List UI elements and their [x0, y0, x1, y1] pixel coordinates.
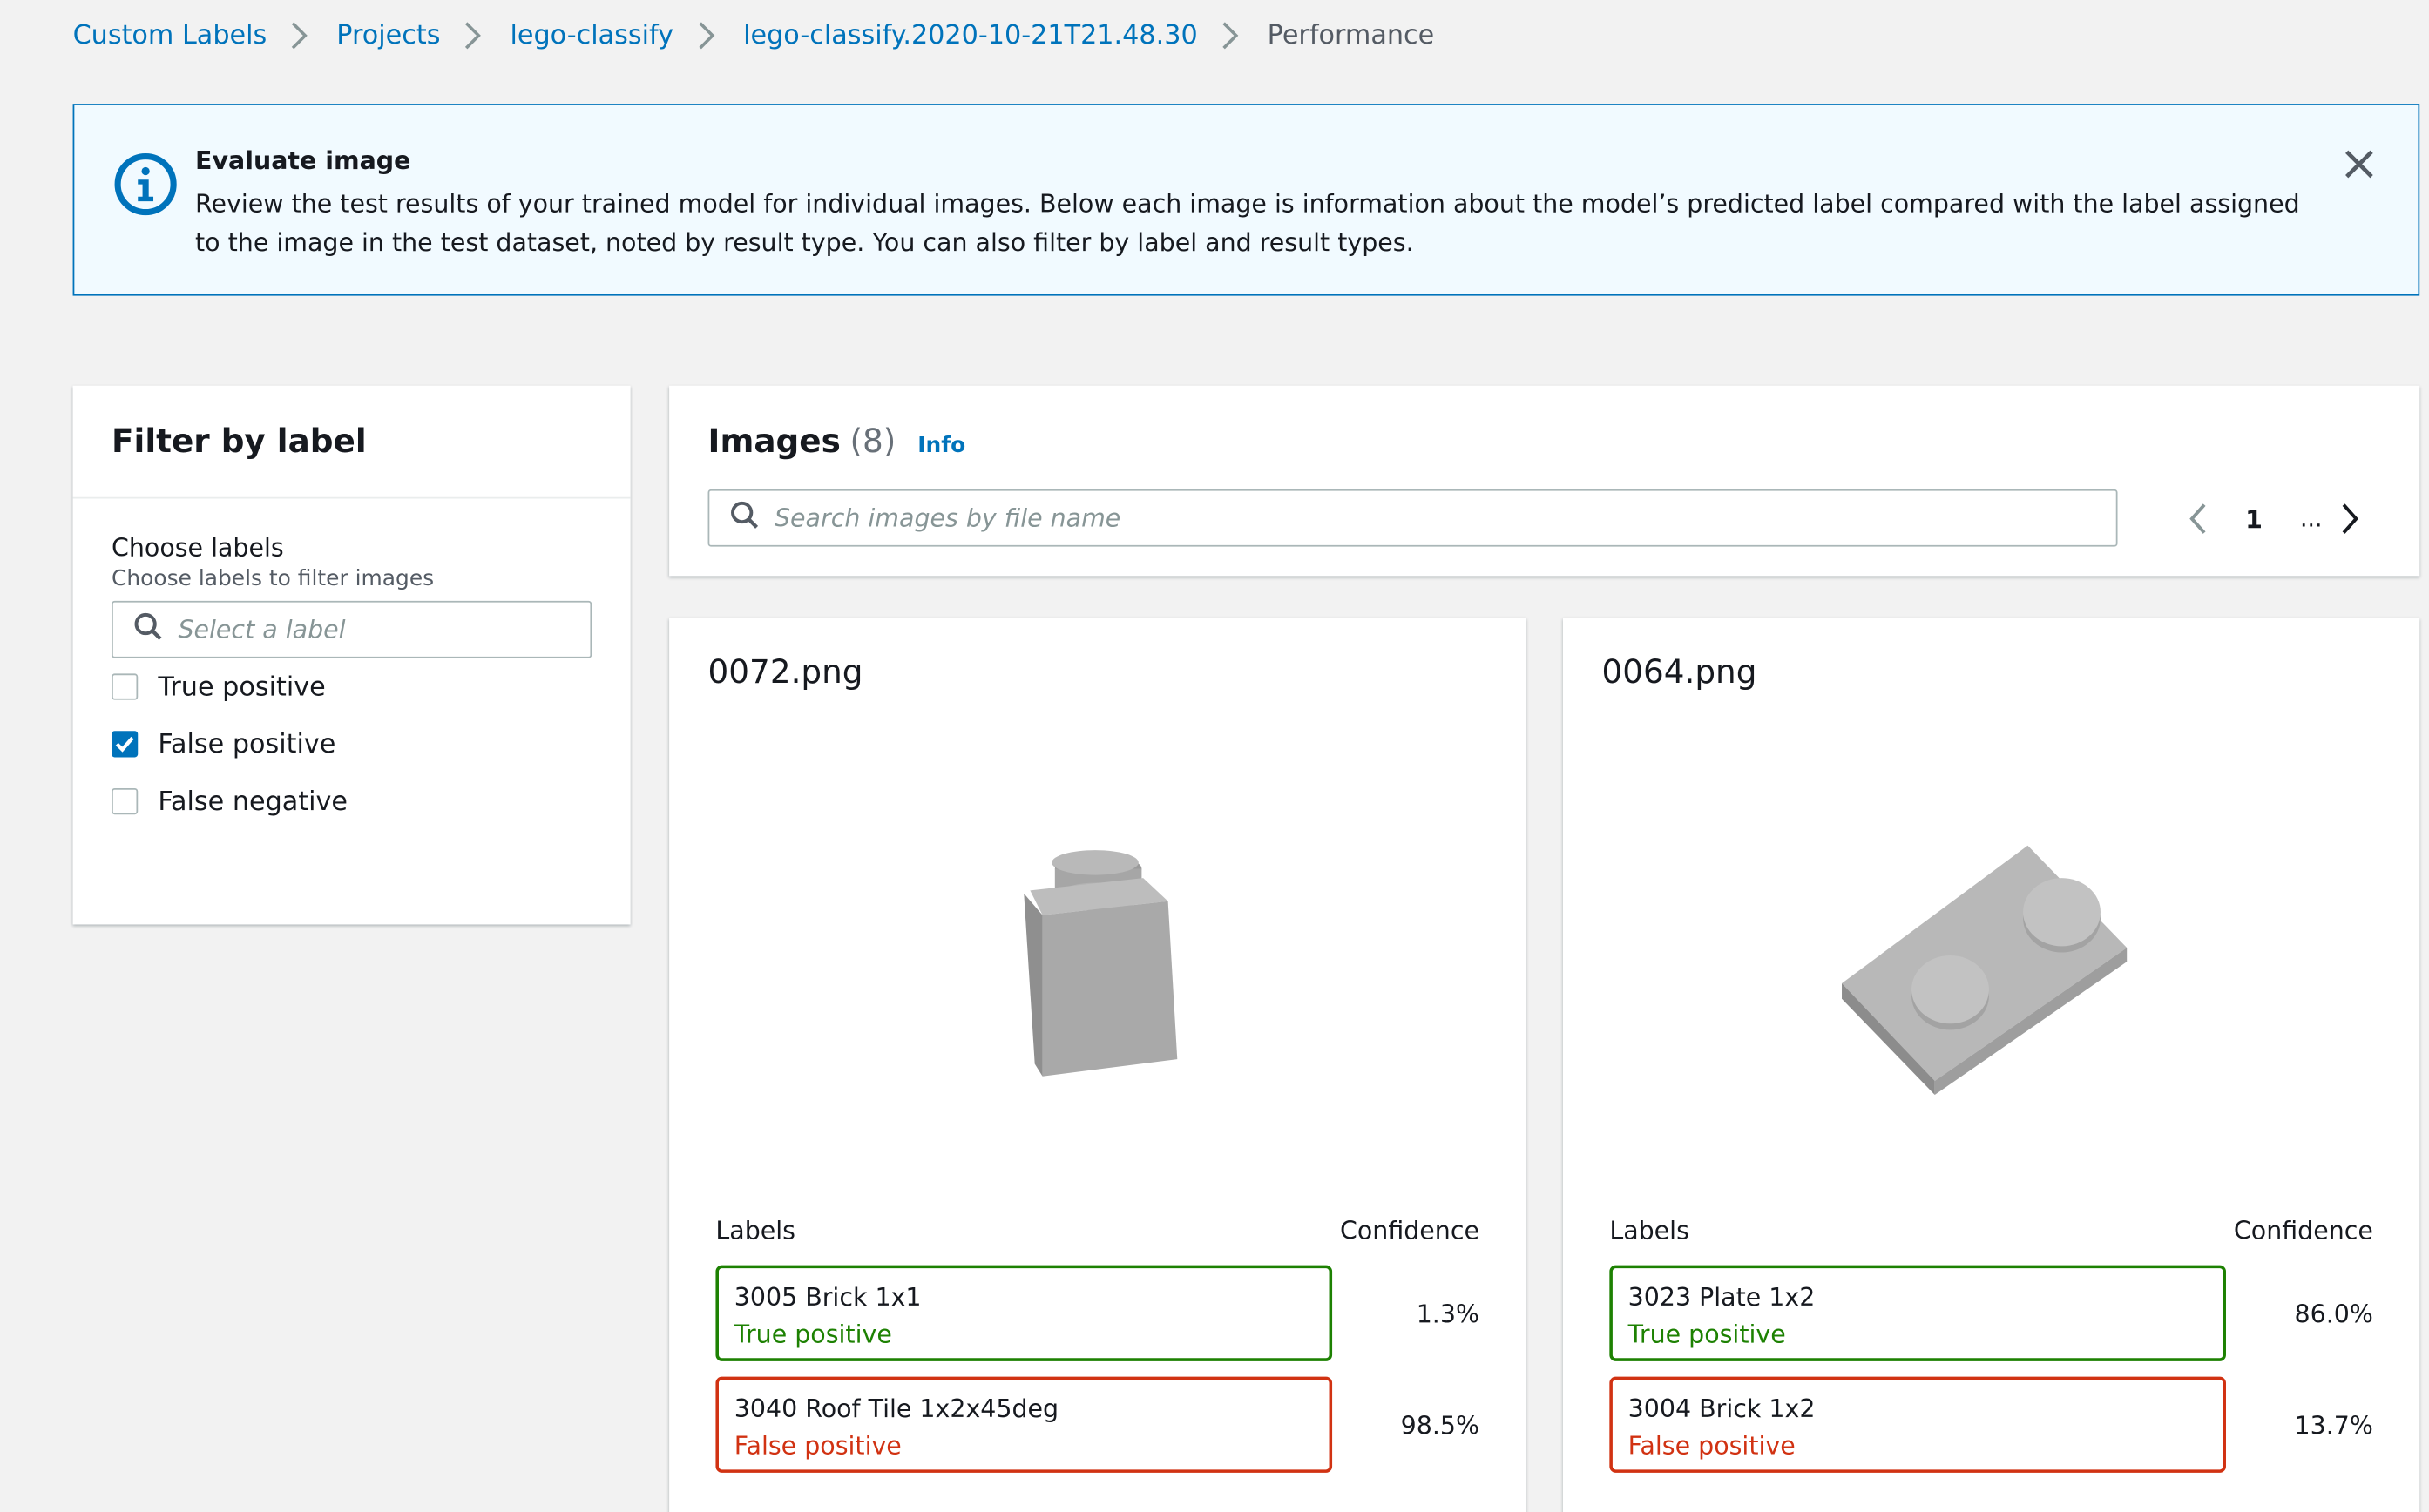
images-count: (8)	[849, 422, 896, 461]
result-false-positive: 3004 Brick 1x2 False positive	[1609, 1376, 2226, 1473]
breadcrumb-current: Performance	[1267, 20, 1435, 51]
filter-option-false-positive[interactable]: False positive	[112, 715, 631, 773]
filter-heading: Filter by label	[72, 386, 631, 499]
result-label-name: 3004 Brick 1x2	[1627, 1394, 1816, 1423]
chevron-right-icon	[267, 18, 336, 52]
result-confidence: 86.0%	[2294, 1299, 2373, 1329]
image-card: 0064.png Labels Confidence 3023 Plate 1x…	[1563, 618, 2420, 1512]
checkmark-icon	[115, 736, 134, 753]
result-confidence: 98.5%	[1400, 1410, 1479, 1441]
result-confidence: 1.3%	[1416, 1299, 1479, 1329]
labels-header: Labels	[715, 1215, 796, 1245]
choose-labels-description: Choose labels to filter images	[112, 566, 435, 592]
lego-brick-image	[1024, 850, 1178, 1077]
choose-labels-title: Choose labels	[112, 532, 284, 563]
result-type: False positive	[1627, 1430, 1796, 1461]
label-select-input[interactable]: Select a label	[112, 600, 592, 658]
images-title: Images	[707, 422, 841, 461]
page-number-current[interactable]: 1	[2216, 504, 2290, 534]
search-icon	[729, 500, 759, 536]
lego-plate-image	[1842, 845, 2128, 1096]
chevron-right-icon	[440, 18, 510, 52]
checkbox-label: False positive	[158, 728, 336, 760]
result-label-name: 3023 Plate 1x2	[1627, 1282, 1816, 1312]
chevron-right-icon	[673, 18, 743, 52]
search-placeholder: Search images by file name	[775, 503, 1121, 533]
chevron-left-icon[interactable]	[2180, 500, 2217, 537]
pagination: 1 ...	[2180, 500, 2369, 537]
result-type: True positive	[734, 1319, 892, 1349]
breadcrumb-projects[interactable]: Projects	[336, 20, 440, 51]
chevron-right-icon[interactable]	[2331, 500, 2369, 537]
breadcrumb-project[interactable]: lego-classify	[510, 20, 673, 51]
result-label-name: 3040 Roof Tile 1x2x45deg	[734, 1394, 1059, 1423]
breadcrumb-model[interactable]: lego-classify.2020-10-21T21.48.30	[743, 20, 1198, 51]
flash-title: Evaluate image	[195, 145, 411, 175]
checkbox-label: False negative	[158, 786, 348, 817]
filter-option-false-negative[interactable]: False negative	[112, 773, 631, 830]
result-type: True positive	[1627, 1319, 1786, 1349]
result-type: False positive	[734, 1430, 902, 1461]
checkbox[interactable]	[112, 673, 139, 700]
checkbox-checked[interactable]	[112, 731, 139, 758]
image-file-name: 0064.png	[1601, 653, 1757, 691]
result-true-positive: 3023 Plate 1x2 True positive	[1609, 1265, 2226, 1361]
confidence-header: Confidence	[2233, 1215, 2373, 1245]
checkbox-label: True positive	[158, 671, 326, 703]
result-label-name: 3005 Brick 1x1	[734, 1282, 922, 1312]
result-false-positive: 3040 Roof Tile 1x2x45deg False positive	[715, 1376, 1333, 1473]
result-confidence: 13.7%	[2294, 1410, 2373, 1441]
info-icon	[113, 152, 179, 223]
label-select-placeholder: Select a label	[178, 614, 346, 645]
info-link[interactable]: Info	[917, 434, 965, 458]
breadcrumb: Custom Labels Projects lego-classify leg…	[73, 18, 1435, 52]
checkbox[interactable]	[112, 788, 139, 815]
filter-panel: Filter by label Choose labels Choose lab…	[72, 385, 631, 925]
flash-message: Review the test results of your trained …	[195, 188, 2300, 258]
chevron-right-icon	[1198, 18, 1268, 52]
info-flashbar: Evaluate image Review the test results o…	[72, 104, 2420, 296]
filter-option-true-positive[interactable]: True positive	[112, 658, 631, 716]
image-card: 0072.png Labels Confidence 3005 Brick 1x…	[669, 618, 1526, 1512]
close-icon[interactable]	[2341, 145, 2378, 183]
confidence-header: Confidence	[1340, 1215, 1479, 1245]
images-header: Images (8) Info Search images by file na…	[669, 385, 2420, 577]
result-true-positive: 3005 Brick 1x1 True positive	[715, 1265, 1333, 1361]
page-ellipsis: ...	[2300, 504, 2323, 533]
breadcrumb-custom-labels[interactable]: Custom Labels	[73, 20, 267, 51]
labels-header: Labels	[1609, 1215, 1689, 1245]
search-input[interactable]: Search images by file name	[707, 489, 2118, 547]
image-file-name: 0072.png	[707, 653, 863, 691]
search-icon	[133, 611, 163, 647]
